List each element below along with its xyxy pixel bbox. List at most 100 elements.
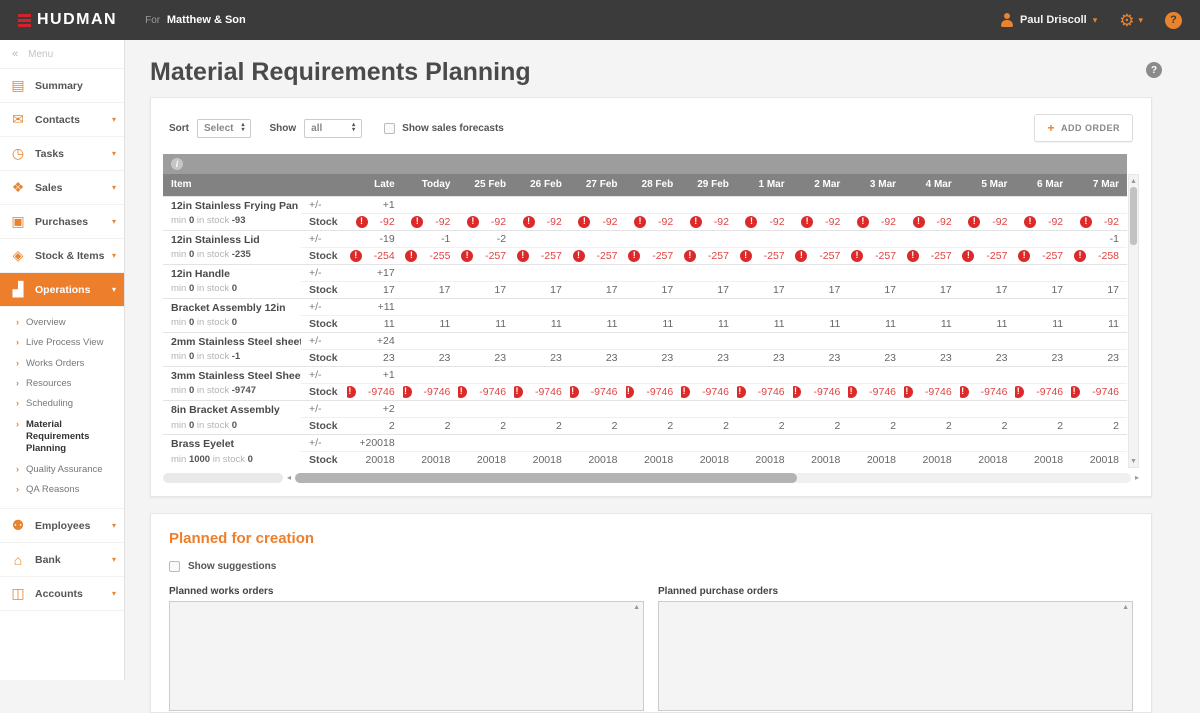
plusminus-cell [848,298,904,315]
bank-icon: ⌂ [10,552,26,568]
column-header-label [301,174,347,196]
plusminus-cell [570,332,626,349]
plusminus-cell [1071,332,1127,349]
app-logo[interactable]: HUDMAN [18,11,117,29]
plusminus-cell [848,196,904,213]
plusminus-cell [1015,264,1071,281]
plusminus-cell [1071,264,1127,281]
stock-cell: !-9746 [904,383,960,400]
submenu-item-label: Overview [26,317,66,329]
help-icon[interactable]: ? [1165,12,1182,29]
stock-cell: !-92 [514,213,570,230]
plusminus-cell [904,366,960,383]
scroll-down-icon[interactable]: ▼ [1130,455,1137,467]
add-order-button[interactable]: + ADD ORDER [1034,114,1133,142]
scroll-left-icon[interactable]: ◂ [287,474,291,482]
mrp-card: Sort Select ▴▾ Show all ▴▾ Show sales fo… [150,97,1152,497]
submenu-item-live-process-view[interactable]: ›Live Process View [0,333,124,353]
settings-menu[interactable]: ⚙ ▾ [1119,12,1143,29]
stock-cell: !-92 [1015,213,1071,230]
stock-value: -257 [986,250,1007,262]
in-stock-label: in stock [194,385,232,396]
alert-icon: ! [628,250,640,262]
sidebar-item-tasks[interactable]: ◷Tasks▾ [0,137,124,171]
stock-cell-content: !-257 [745,250,785,262]
min-label: min [171,351,189,362]
stock-cell: 20018 [458,451,514,468]
sidebar-item-employees[interactable]: ⚉Employees▾ [0,509,124,543]
plusminus-cell [793,400,849,417]
stock-cell-content: !-257 [634,250,674,262]
spinner-icon: ▴▾ [241,123,244,133]
stock-cell: 20018 [1071,451,1127,468]
sidebar-item-stock-items[interactable]: ◈Stock & Items▾ [0,239,124,273]
submenu-item-works-orders[interactable]: ›Works Orders [0,354,124,374]
stock-cell: !-9746 [681,383,737,400]
show-suggestions-checkbox[interactable] [169,561,180,572]
sidebar-item-contacts[interactable]: ✉Contacts▾ [0,103,124,137]
plusminus-cell [737,298,793,315]
plusminus-cell [848,332,904,349]
chevron-down-icon: ▾ [1093,15,1098,26]
info-icon[interactable]: i [171,158,183,170]
page-help-icon[interactable]: ? [1146,62,1162,78]
stock-cell-content: !-92 [856,216,896,228]
column-header-6-mar: 6 Mar [1015,174,1071,196]
horizontal-scroll-thumb[interactable] [295,473,797,483]
show-select[interactable]: all ▴▾ [304,119,362,138]
sidebar-item-label: Tasks [35,148,64,160]
table-row-stock: Stock20018200182001820018200182001820018… [163,451,1127,468]
plusminus-cell [626,298,682,315]
submenu-item-qa-reasons[interactable]: ›QA Reasons [0,480,124,500]
submenu-item-material-requirements-planning[interactable]: ›Material Requirements Planning [0,415,124,460]
stock-cell: !-92 [1071,213,1127,230]
stock-cell-content: !-92 [801,216,841,228]
alert-icon: ! [626,386,635,398]
employees-icon: ⚉ [10,517,26,534]
stock-cell-content: !-92 [1079,216,1119,228]
scroll-right-icon[interactable]: ▸ [1135,474,1139,482]
scroll-up-icon[interactable]: ▲ [1130,175,1137,187]
sales-forecasts-checkbox[interactable] [384,123,395,134]
vertical-scroll-thumb[interactable] [1130,187,1137,245]
alert-icon: ! [737,386,746,398]
planned-purchase-listbox[interactable]: ▲ [658,601,1133,711]
stock-cell: !-257 [514,247,570,264]
plusminus-cell [403,400,459,417]
user-menu[interactable]: Paul Driscoll ▾ [1000,13,1097,27]
sidebar-item-sales[interactable]: ❖Sales▾ [0,171,124,205]
sidebar-item-bank[interactable]: ⌂Bank▾ [0,543,124,577]
in-stock-value: -9747 [232,385,256,396]
in-stock-value: -235 [232,249,251,260]
plusminus-label: +/- [301,264,347,281]
sidebar-item-label: Accounts [35,588,83,600]
stock-cell-content: !-257 [466,250,506,262]
submenu-item-label: Works Orders [26,358,84,370]
stock-cell-content: !-92 [411,216,451,228]
submenu-item-scheduling[interactable]: ›Scheduling [0,394,124,414]
sidebar-item-summary[interactable]: ▤Summary [0,69,124,103]
stock-label: Stock [301,383,347,400]
plusminus-cell [514,298,570,315]
sidebar-collapse[interactable]: « Menu [0,40,124,69]
submenu-item-overview[interactable]: ›Overview [0,313,124,333]
page-title: Material Requirements Planning [150,58,1175,87]
submenu-item-quality-assurance[interactable]: ›Quality Assurance [0,460,124,480]
plusminus-cell [681,332,737,349]
sidebar-item-accounts[interactable]: ◫Accounts▾ [0,577,124,611]
sidebar-item-operations[interactable]: ▟Operations▾ [0,273,124,307]
planned-works-listbox[interactable]: ▲ [169,601,644,711]
alert-icon: ! [1024,216,1036,228]
chevron-down-icon: ▾ [112,521,116,530]
sort-select[interactable]: Select ▴▾ [197,119,251,138]
sidebar-item-purchases[interactable]: ▣Purchases▾ [0,205,124,239]
table-row-plusminus: Brass Eyeletmin 1000 in stock 0+/-+20018 [163,434,1127,451]
stock-cell: !-255 [403,247,459,264]
stock-cell: !-92 [793,213,849,230]
stock-value: -257 [764,250,785,262]
stock-label: Stock [301,281,347,298]
submenu-item-resources[interactable]: ›Resources [0,374,124,394]
stock-cell: 11 [904,315,960,332]
stock-cell: 11 [458,315,514,332]
stock-cell: 23 [458,349,514,366]
